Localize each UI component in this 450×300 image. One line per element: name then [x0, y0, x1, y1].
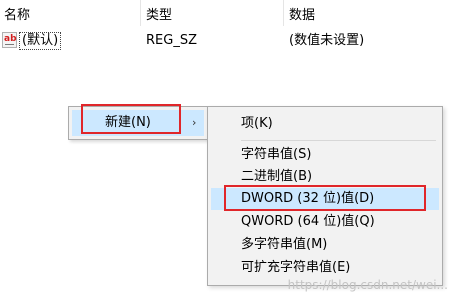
- submenu-item-label: 可扩充字符串值(E): [241, 260, 351, 275]
- submenu-item-label: 多字符串值(M): [241, 237, 328, 252]
- submenu-item-key[interactable]: 项(K): [211, 113, 439, 135]
- column-type-header[interactable]: 类型: [146, 8, 172, 24]
- submenu-item-qword-value[interactable]: QWORD (64 位)值(Q): [211, 211, 439, 233]
- menu-item-new-label: 新建(N): [105, 115, 151, 130]
- column-name-header[interactable]: 名称: [4, 8, 30, 24]
- submenu-item-label: QWORD (64 位)值(Q): [241, 214, 375, 229]
- string-value-icon: ab: [2, 32, 17, 48]
- submenu-item-label: DWORD (32 位)值(D): [241, 191, 375, 206]
- context-menu: 新建(N) ›: [68, 106, 208, 140]
- column-divider[interactable]: [140, 0, 141, 26]
- icon-text: ab: [4, 34, 17, 44]
- column-header: 名称 类型 数据: [0, 0, 450, 26]
- submenu-item-label: 项(K): [241, 116, 273, 131]
- submenu-item-binary-value[interactable]: 二进制值(B): [211, 166, 439, 188]
- value-data: (数值未设置): [289, 33, 365, 48]
- value-name[interactable]: (默认): [19, 32, 62, 50]
- chevron-right-icon: ›: [192, 116, 197, 129]
- column-data-header[interactable]: 数据: [289, 8, 315, 24]
- new-submenu: 项(K) 字符串值(S) 二进制值(B) DWORD (32 位)值(D) QW…: [207, 106, 443, 286]
- submenu-item-string-value[interactable]: 字符串值(S): [211, 144, 439, 166]
- submenu-item-expandable-string-value[interactable]: 可扩充字符串值(E): [211, 257, 439, 279]
- value-type: REG_SZ: [146, 33, 197, 48]
- submenu-item-label: 字符串值(S): [241, 147, 312, 162]
- registry-value-row[interactable]: ab (默认) REG_SZ (数值未设置): [0, 30, 450, 52]
- submenu-item-multi-string-value[interactable]: 多字符串值(M): [211, 234, 439, 256]
- menu-item-new[interactable]: 新建(N) ›: [72, 110, 204, 136]
- submenu-item-dword-value[interactable]: DWORD (32 位)值(D): [211, 188, 439, 210]
- column-divider[interactable]: [283, 0, 284, 26]
- submenu-item-label: 二进制值(B): [241, 169, 313, 184]
- menu-separator: [241, 140, 436, 141]
- watermark: https://blog.csdn.net/wei...: [287, 278, 448, 292]
